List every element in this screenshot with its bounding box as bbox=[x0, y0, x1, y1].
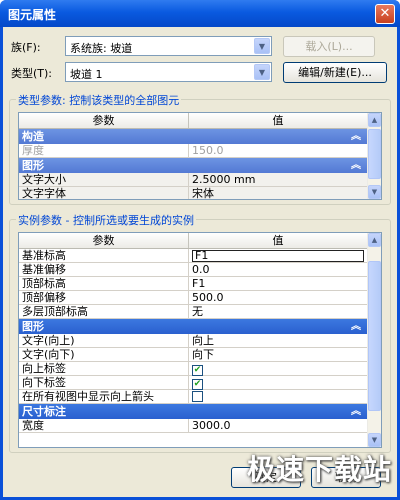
grid-header: 参数 值 bbox=[19, 113, 367, 129]
instance-params-group: 实例参数 - 控制所选或要生成的实例 参数 值 基准标高 F1 基准偏移 0.0 bbox=[9, 212, 391, 453]
scroll-thumb[interactable] bbox=[368, 129, 381, 179]
title-bar[interactable]: 图元属性 ✕ bbox=[0, 0, 400, 27]
family-value: 系统族: 坡道 bbox=[70, 42, 133, 55]
scroll-up-icon[interactable]: ▲ bbox=[368, 233, 381, 247]
param-value[interactable]: 3000.0 bbox=[189, 419, 231, 432]
param-value[interactable]: 向上 bbox=[189, 334, 214, 347]
param-name: 多层顶部标高 bbox=[19, 305, 189, 318]
param-value[interactable]: 0.0 bbox=[189, 263, 210, 276]
dialog-window: 图元属性 ✕ 族(F): 系统族: 坡道 ▼ 载入(L)... 类型(T): 坡… bbox=[0, 0, 400, 500]
param-value: 2.5000 mm bbox=[192, 173, 256, 186]
collapse-icon[interactable]: ︽ bbox=[351, 319, 361, 334]
param-value: 150.0 bbox=[192, 144, 224, 157]
scroll-down-icon[interactable]: ▼ bbox=[368, 185, 381, 199]
collapse-icon[interactable]: ︽ bbox=[351, 158, 361, 173]
up-label-checkbox[interactable]: ✔ bbox=[192, 365, 203, 376]
param-value[interactable]: F1 bbox=[192, 250, 364, 262]
table-row[interactable]: 基准标高 F1 bbox=[19, 249, 367, 263]
chevron-down-icon[interactable]: ▼ bbox=[254, 38, 270, 54]
param-name: 文字(向下) bbox=[19, 348, 189, 361]
table-row[interactable]: 基准偏移 0.0 bbox=[19, 263, 367, 277]
dialog-body: 族(F): 系统族: 坡道 ▼ 载入(L)... 类型(T): 坡道 1 ▼ 编… bbox=[3, 27, 397, 497]
table-row[interactable]: 文字大小 2.5000 mm bbox=[19, 173, 367, 187]
table-row[interactable]: 在所有视图中显示向上箭头 bbox=[19, 390, 367, 404]
close-button[interactable]: ✕ bbox=[375, 4, 395, 24]
table-row[interactable]: 宽度 3000.0 bbox=[19, 419, 367, 433]
table-row[interactable]: 顶部偏移 500.0 bbox=[19, 291, 367, 305]
param-name: 文字(向上) bbox=[19, 334, 189, 347]
scroll-thumb[interactable] bbox=[368, 261, 381, 411]
type-params-group: 类型参数: 控制该类型的全部图元 参数 值 构造 ︽ 厚度 150.0 图形 ︽… bbox=[9, 92, 391, 205]
param-value-field[interactable]: F1 bbox=[189, 249, 367, 262]
load-button[interactable]: 载入(L)... bbox=[283, 36, 375, 57]
param-name: 向上标签 bbox=[19, 362, 189, 375]
table-row[interactable]: 顶部标高 F1 bbox=[19, 277, 367, 291]
group-row-dimensions[interactable]: 尺寸标注 ︽ bbox=[19, 404, 367, 419]
table-row[interactable]: 向下标签 ✔ bbox=[19, 376, 367, 390]
window-title: 图元属性 bbox=[8, 8, 57, 22]
scroll-up-icon[interactable]: ▲ bbox=[368, 113, 381, 127]
header-param: 参数 bbox=[19, 233, 189, 248]
group-name: 图形 bbox=[22, 159, 44, 172]
param-name: 向下标签 bbox=[19, 376, 189, 389]
type-dropdown[interactable]: 坡道 1 ▼ bbox=[65, 62, 272, 82]
family-dropdown[interactable]: 系统族: 坡道 ▼ bbox=[65, 36, 272, 56]
watermark-logo: 极速下载站 bbox=[246, 453, 392, 486]
param-value[interactable]: 无 bbox=[189, 305, 203, 318]
table-row[interactable]: 文字(向上) 向上 bbox=[19, 334, 367, 348]
param-name: 基准偏移 bbox=[19, 263, 189, 276]
collapse-icon[interactable]: ︽ bbox=[351, 129, 361, 144]
type-value: 坡道 1 bbox=[70, 68, 103, 81]
type-params-grid[interactable]: 参数 值 构造 ︽ 厚度 150.0 图形 ︽ 文字大小 2.5000 mm 文… bbox=[18, 112, 382, 200]
table-row[interactable]: 文字字体 宋体 bbox=[19, 187, 367, 200]
group-row-construction[interactable]: 构造 ︽ bbox=[19, 129, 367, 144]
group-row-graphics[interactable]: 图形 ︽ bbox=[19, 319, 367, 334]
grid-header: 参数 值 bbox=[19, 233, 367, 249]
group-name: 尺寸标注 bbox=[22, 405, 66, 418]
param-name: 在所有视图中显示向上箭头 bbox=[19, 390, 189, 403]
param-name: 基准标高 bbox=[19, 249, 189, 262]
chevron-down-icon[interactable]: ▼ bbox=[254, 64, 270, 80]
param-value: 宋体 bbox=[192, 187, 214, 200]
type-label: 类型(T): bbox=[11, 67, 53, 80]
table-row[interactable]: 多层顶部标高 无 bbox=[19, 305, 367, 319]
show-up-arrow-checkbox[interactable] bbox=[192, 391, 203, 402]
header-param: 参数 bbox=[19, 113, 189, 128]
table-row[interactable]: 文字(向下) 向下 bbox=[19, 348, 367, 362]
header-value: 值 bbox=[272, 114, 284, 127]
param-name: 文字字体 bbox=[19, 187, 189, 199]
group-name: 构造 bbox=[22, 130, 44, 143]
group-row-graphics[interactable]: 图形 ︽ bbox=[19, 158, 367, 173]
down-label-checkbox[interactable]: ✔ bbox=[192, 379, 203, 390]
param-name: 顶部偏移 bbox=[19, 291, 189, 304]
param-name: 顶部标高 bbox=[19, 277, 189, 290]
instance-params-scrollbar[interactable]: ▲ ▼ bbox=[367, 233, 381, 447]
type-params-scrollbar[interactable]: ▲ ▼ bbox=[367, 113, 381, 199]
edit-new-button[interactable]: 编辑/新建(E)... bbox=[283, 62, 387, 83]
instance-params-grid[interactable]: 参数 值 基准标高 F1 基准偏移 0.0 顶部标高 F1 顶部偏移 500.0… bbox=[18, 232, 382, 448]
family-label: 族(F): bbox=[11, 41, 41, 54]
header-value: 值 bbox=[272, 234, 284, 247]
param-value[interactable]: 向下 bbox=[189, 348, 214, 361]
param-name: 文字大小 bbox=[19, 173, 189, 186]
group-name: 图形 bbox=[22, 320, 44, 333]
instance-params-label: 实例参数 - 控制所选或要生成的实例 bbox=[16, 212, 196, 228]
param-name: 宽度 bbox=[19, 419, 189, 432]
param-value[interactable]: 500.0 bbox=[189, 291, 224, 304]
collapse-icon[interactable]: ︽ bbox=[351, 404, 361, 419]
type-params-label: 类型参数: 控制该类型的全部图元 bbox=[16, 92, 182, 108]
param-value[interactable]: F1 bbox=[189, 277, 205, 290]
scroll-down-icon[interactable]: ▼ bbox=[368, 433, 381, 447]
param-name: 厚度 bbox=[19, 144, 189, 157]
table-row[interactable]: 厚度 150.0 bbox=[19, 144, 367, 158]
table-row[interactable]: 向上标签 ✔ bbox=[19, 362, 367, 376]
